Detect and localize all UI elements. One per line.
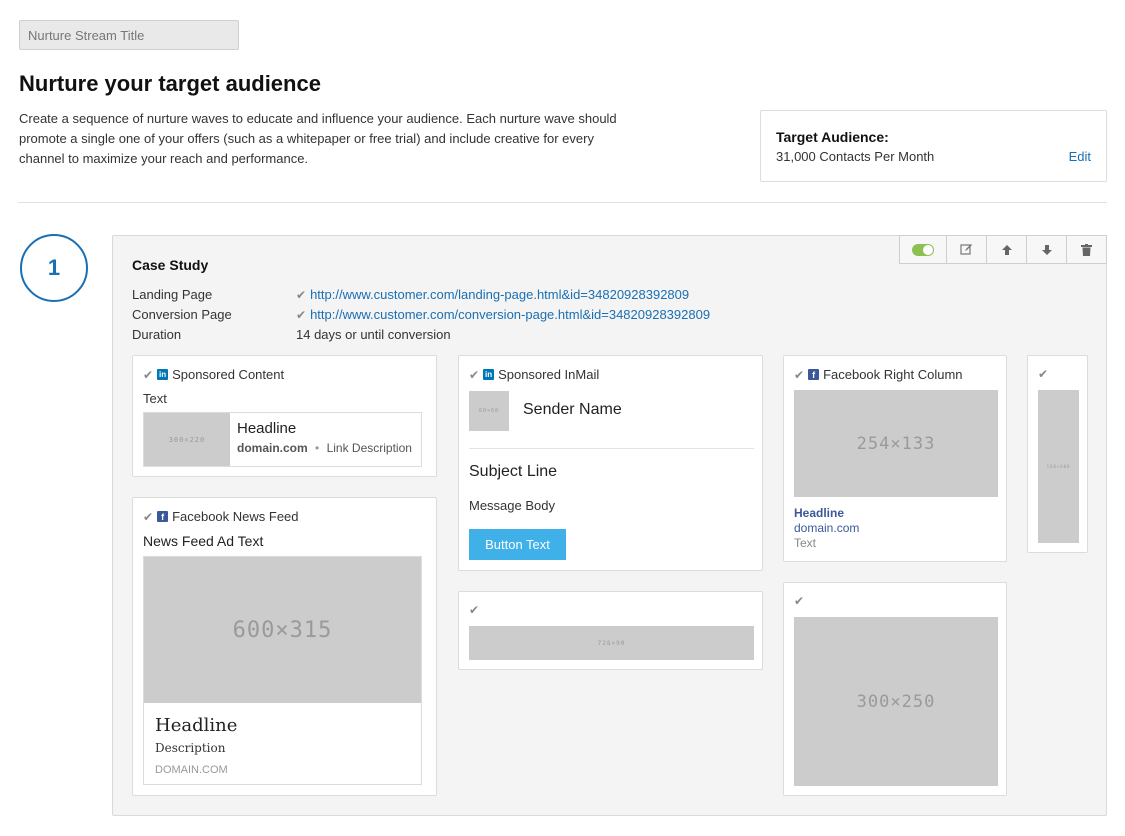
check-icon: ✔ xyxy=(143,509,154,524)
landing-page-label: Landing Page xyxy=(132,287,213,302)
edit-icon xyxy=(960,244,972,255)
facebook-right-column-card[interactable]: ✔ f Facebook Right Column 254×133 Headli… xyxy=(783,355,1007,562)
wave-number-badge: 1 xyxy=(20,234,88,302)
facebook-news-feed-card[interactable]: ✔ f Facebook News Feed News Feed Ad Text… xyxy=(132,497,437,796)
image-placeholder: 160×600 xyxy=(1038,390,1079,543)
conversion-page-link[interactable]: http://www.customer.com/conversion-page.… xyxy=(310,307,710,322)
landing-page-row: ✔ http://www.customer.com/landing-page.h… xyxy=(296,287,689,302)
wave-toolbar xyxy=(899,235,1107,264)
avatar-placeholder: 60×60 xyxy=(469,391,509,431)
check-icon: ✔ xyxy=(143,367,154,382)
delete-wave-button[interactable] xyxy=(1066,236,1106,263)
right-column-domain: domain.com xyxy=(794,521,860,535)
target-audience-value: 31,000 Contacts Per Month xyxy=(776,149,935,164)
image-placeholder: 360×220 xyxy=(144,413,230,466)
nurture-wave-panel: Case Study Landing Page ✔ http://www.cus… xyxy=(112,235,1107,816)
duration-label: Duration xyxy=(132,327,182,342)
sponsored-content-text: Text xyxy=(143,391,167,406)
wave-title: Case Study xyxy=(132,257,209,273)
sponsored-content-headline: Headline xyxy=(237,420,297,437)
facebook-right-column-label: Facebook Right Column xyxy=(823,367,963,382)
sponsored-content-label: Sponsored Content xyxy=(172,367,285,382)
intro-text: Create a sequence of nurture waves to ed… xyxy=(19,111,617,166)
news-feed-preview: 600×315 Headline Description DOMAIN.COM xyxy=(143,556,422,785)
inmail-subject-line: Subject Line xyxy=(469,463,558,480)
news-feed-description: Description xyxy=(155,741,226,755)
section-divider xyxy=(18,202,1107,203)
wave-active-toggle[interactable] xyxy=(900,236,946,263)
news-feed-ad-text: News Feed Ad Text xyxy=(143,533,264,549)
image-placeholder: 728×90 xyxy=(469,626,754,660)
image-placeholder: 254×133 xyxy=(794,390,998,497)
edit-wave-button[interactable] xyxy=(946,236,986,263)
move-up-button[interactable] xyxy=(986,236,1026,263)
check-icon: ✔ xyxy=(296,287,307,302)
trash-icon xyxy=(1081,243,1092,256)
facebook-news-feed-label: Facebook News Feed xyxy=(172,509,299,524)
stream-title-input[interactable] xyxy=(19,20,239,50)
sponsored-content-link-desc: Link Description xyxy=(326,441,412,455)
facebook-icon: f xyxy=(808,369,820,380)
edit-audience-link[interactable]: Edit xyxy=(1069,149,1091,164)
skyscraper-ad-card[interactable]: ✔ 160×600 xyxy=(1027,355,1088,553)
sponsored-content-link-row: domain.com • Link Description xyxy=(237,441,412,455)
conversion-page-row: ✔ http://www.customer.com/conversion-pag… xyxy=(296,307,710,322)
inmail-message-body: Message Body xyxy=(469,498,555,513)
sponsored-inmail-label: Sponsored InMail xyxy=(498,367,600,382)
page-title: Nurture your target audience xyxy=(19,71,321,96)
target-audience-card: Target Audience: 31,000 Contacts Per Mon… xyxy=(760,110,1107,182)
facebook-icon: f xyxy=(157,511,169,522)
image-placeholder: 600×315 xyxy=(144,557,421,703)
leaderboard-ad-card[interactable]: ✔ 728×90 xyxy=(458,591,763,670)
check-icon: ✔ xyxy=(794,594,805,608)
right-column-text: Text xyxy=(794,536,817,550)
toggle-on-icon xyxy=(912,243,934,256)
arrow-up-icon xyxy=(1001,244,1012,255)
linkedin-icon: in xyxy=(483,369,495,380)
inmail-divider xyxy=(469,448,754,449)
check-icon: ✔ xyxy=(469,367,480,382)
sponsored-content-preview: 360×220 Headline domain.com • Link Descr… xyxy=(143,412,422,467)
landing-page-link[interactable]: http://www.customer.com/landing-page.htm… xyxy=(310,287,689,302)
sponsored-content-domain: domain.com xyxy=(237,441,308,455)
check-icon: ✔ xyxy=(296,307,307,322)
news-feed-domain: DOMAIN.COM xyxy=(155,764,228,776)
move-down-button[interactable] xyxy=(1026,236,1066,263)
medium-rectangle-ad-card[interactable]: ✔ 300×250 xyxy=(783,582,1007,796)
linkedin-icon: in xyxy=(157,369,169,380)
target-audience-title: Target Audience: xyxy=(776,129,889,145)
arrow-down-icon xyxy=(1041,244,1052,255)
inmail-cta-button[interactable]: Button Text xyxy=(469,529,566,560)
check-icon: ✔ xyxy=(469,603,480,617)
right-column-headline: Headline xyxy=(794,506,845,520)
sponsored-content-card[interactable]: ✔ in Sponsored Content Text 360×220 Head… xyxy=(132,355,437,477)
duration-value: 14 days or until conversion xyxy=(296,327,451,342)
conversion-page-label: Conversion Page xyxy=(132,307,232,322)
image-placeholder: 300×250 xyxy=(794,617,998,786)
inmail-sender-name: Sender Name xyxy=(523,401,622,418)
news-feed-headline: Headline xyxy=(155,715,238,736)
check-icon: ✔ xyxy=(1038,367,1049,381)
sponsored-inmail-card[interactable]: ✔ in Sponsored InMail 60×60 Sender Name … xyxy=(458,355,763,571)
check-icon: ✔ xyxy=(794,367,805,382)
